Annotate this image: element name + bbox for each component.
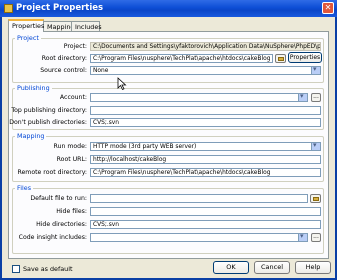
project-properties-window: Project Properties ✕ Properties Mapping … <box>0 0 337 280</box>
project-group: Project Project: C:\Documents and Settin… <box>12 34 324 83</box>
cancel-button[interactable]: Cancel <box>254 261 290 274</box>
files-group: Files Default file to run: Hide files: H… <box>12 184 324 254</box>
run-mode-label: Run mode: <box>53 143 87 150</box>
hide-files-input[interactable] <box>90 207 321 216</box>
root-browse-button[interactable] <box>275 54 286 63</box>
dont-publish-input[interactable]: CVS;.svn <box>90 118 321 127</box>
source-control-value: None <box>93 68 109 74</box>
top-publishing-input[interactable] <box>90 106 321 115</box>
remote-root-label: Remote root directory: <box>17 169 87 176</box>
window-title: Project Properties <box>16 3 104 13</box>
run-mode-value: HTTP mode (3rd party WEB server) <box>93 144 197 150</box>
hide-files-label: Hide files: <box>56 208 87 215</box>
folder-icon <box>313 197 319 201</box>
properties-panel: Project Project: C:\Documents and Settin… <box>8 31 329 259</box>
source-control-label: Source control: <box>40 67 87 74</box>
title-bar[interactable]: Project Properties ✕ <box>0 0 337 17</box>
default-file-label: Default file to run: <box>30 195 87 202</box>
root-url-label: Root URL: <box>56 156 87 163</box>
mapping-group: Mapping Run mode: HTTP mode (3rd party W… <box>12 132 324 182</box>
default-file-browse-button[interactable] <box>310 194 321 203</box>
default-file-input[interactable] <box>90 194 308 203</box>
group-title-files: Files <box>15 184 34 192</box>
project-path-field: C:\Documents and Settings\yfaktorovich\A… <box>90 42 321 51</box>
hide-directories-label: Hide directories: <box>36 221 87 228</box>
dialog-client: Properties Mapping Includes Project Proj… <box>2 17 335 278</box>
folder-icon <box>278 57 284 61</box>
dont-publish-label: Don't publish directories: <box>9 119 87 126</box>
ok-button[interactable]: OK <box>213 261 249 274</box>
account-select[interactable] <box>90 93 308 102</box>
chevron-down-icon[interactable] <box>311 143 320 150</box>
chevron-down-icon[interactable] <box>311 67 320 74</box>
app-icon <box>4 4 13 13</box>
tab-properties[interactable]: Properties <box>8 19 44 32</box>
root-directory-label: Root directory: <box>41 55 87 62</box>
close-button[interactable]: ✕ <box>322 2 334 14</box>
publishing-group: Publishing Account: ... Top publishing d… <box>9 84 324 130</box>
group-title-publishing: Publishing <box>15 84 52 92</box>
code-insight-ellipsis-button[interactable]: ... <box>311 233 321 242</box>
save-as-default-checkbox[interactable] <box>12 265 20 273</box>
tab-mapping[interactable]: Mapping <box>43 21 74 31</box>
help-button[interactable]: Help <box>295 261 331 274</box>
account-label: Account: <box>59 94 87 101</box>
group-title-mapping: Mapping <box>15 132 47 140</box>
properties-button[interactable]: Properties <box>288 52 322 63</box>
run-mode-select[interactable]: HTTP mode (3rd party WEB server) <box>90 142 321 151</box>
hide-directories-input[interactable]: CVS;.svn <box>90 220 321 229</box>
chevron-down-icon[interactable] <box>298 234 307 241</box>
code-insight-select[interactable] <box>90 233 308 242</box>
code-insight-label: Code insight includes: <box>18 234 87 241</box>
source-control-select[interactable]: None <box>90 66 321 75</box>
root-directory-input[interactable]: C:\Program Files\nusphere\TechPlat\apach… <box>90 54 273 63</box>
group-title-project: Project <box>15 34 41 42</box>
tab-includes[interactable]: Includes <box>71 21 102 31</box>
root-url-input[interactable]: http://localhost/cakeBlog <box>90 155 321 164</box>
save-as-default-label: Save as default <box>23 265 73 273</box>
project-label: Project: <box>63 43 87 50</box>
account-ellipsis-button[interactable]: ... <box>311 93 321 102</box>
remote-root-input[interactable]: C:\Program Files\nusphere\TechPlat\apach… <box>90 168 321 177</box>
top-publishing-label: Top publishing directory: <box>11 107 87 114</box>
mouse-cursor-icon <box>117 77 127 91</box>
chevron-down-icon[interactable] <box>298 94 307 101</box>
